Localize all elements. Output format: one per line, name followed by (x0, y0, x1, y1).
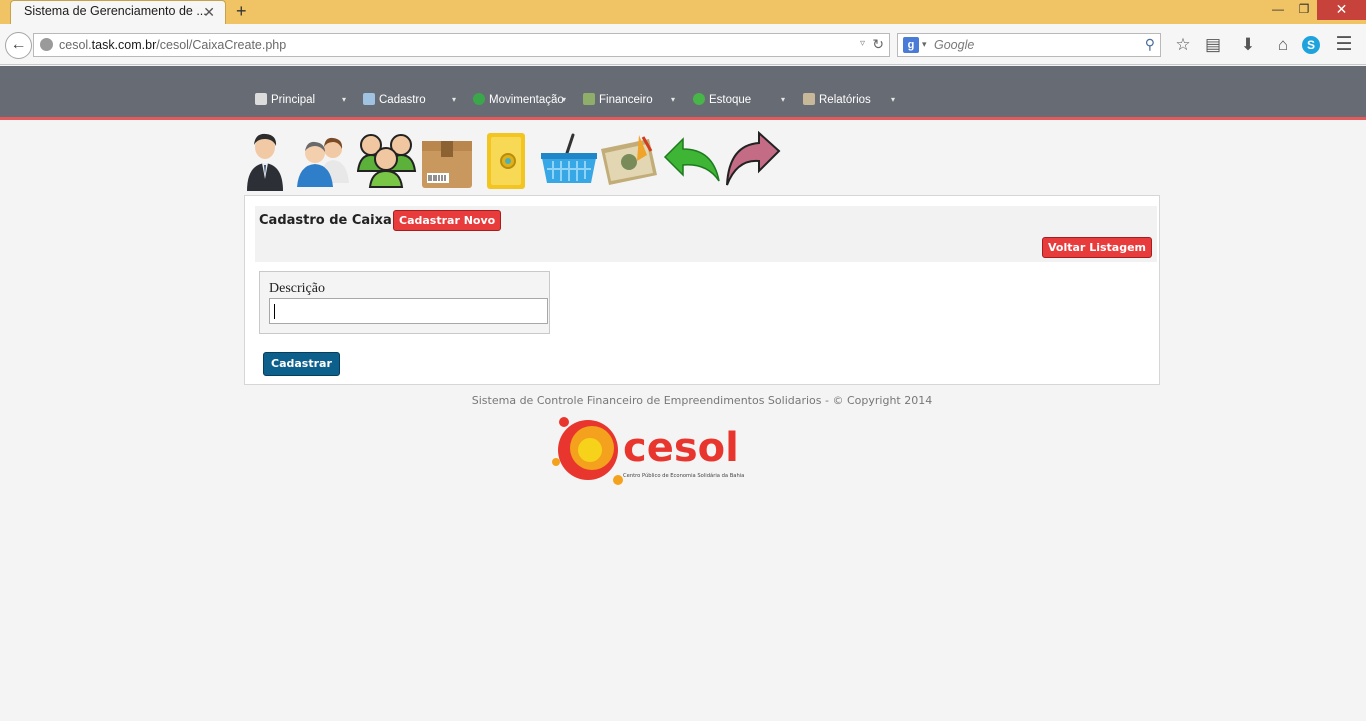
browser-tab-bar: Sistema de Gerenciamento de ... ✕ + — ❐ … (0, 0, 1366, 24)
money-icon (583, 93, 595, 105)
basket-icon[interactable] (539, 131, 597, 191)
form-panel: Cadastro de Caixa: Cadastrar Novo Voltar… (244, 195, 1160, 385)
url-prefix: cesol. (59, 38, 92, 52)
home-icon[interactable]: ⌂ (1272, 34, 1294, 56)
chevron-down-icon[interactable]: ▾ (342, 95, 346, 104)
reading-list-icon[interactable]: ▤ (1202, 34, 1224, 56)
reload-icon[interactable]: ↻ (872, 36, 884, 53)
cash-icon[interactable] (599, 131, 657, 191)
undo-arrow-icon[interactable] (661, 131, 720, 191)
redo-arrow-icon[interactable] (723, 130, 781, 191)
recycle-icon (693, 93, 705, 105)
chevron-down-icon[interactable]: ▾ (671, 95, 675, 104)
hamburger-menu-icon[interactable]: ☰ (1333, 34, 1355, 56)
text-cursor (274, 304, 275, 319)
search-bar[interactable]: g ▾ Google ⚲ (897, 33, 1161, 57)
page-title: Cadastro de Caixa: (259, 213, 397, 228)
home-icon (255, 93, 267, 105)
safe-icon[interactable] (481, 131, 539, 191)
menu-label: Movimentação (489, 94, 564, 106)
url-history-dropdown-icon[interactable]: ▿ (860, 38, 865, 49)
chevron-down-icon[interactable]: ▾ (781, 95, 785, 104)
menu-item-cadastro[interactable]: Cadastro (363, 93, 426, 109)
tab-close-icon[interactable]: ✕ (203, 4, 215, 20)
window-minimize-icon[interactable]: — (1265, 0, 1291, 20)
download-icon[interactable]: ⬇ (1237, 34, 1259, 56)
group-icon[interactable] (356, 131, 417, 191)
star-icon[interactable]: ☆ (1172, 34, 1194, 56)
submit-button[interactable]: Cadastrar (263, 352, 340, 376)
new-tab-icon[interactable]: + (236, 1, 247, 21)
description-fieldset: Descrição (259, 271, 550, 334)
url-text[interactable]: cesol.task.com.br/cesol/CaixaCreate.php (59, 38, 286, 52)
window-close-icon[interactable]: ✕ (1317, 0, 1366, 20)
card-icon (363, 93, 375, 105)
search-icon[interactable]: ⚲ (1145, 36, 1155, 53)
skype-icon[interactable]: S (1302, 36, 1320, 54)
description-label: Descrição (269, 281, 325, 296)
panel-header: Cadastro de Caixa: Cadastrar Novo Voltar… (255, 206, 1157, 262)
menu-item-principal[interactable]: Principal (255, 93, 315, 109)
copyright-footer: Sistema de Controle Financeiro de Empree… (471, 394, 933, 407)
search-input[interactable]: Google (934, 38, 974, 52)
new-record-button[interactable]: Cadastrar Novo (393, 210, 502, 231)
description-input[interactable] (269, 298, 548, 324)
menu-item-relatorios[interactable]: Relatórios (803, 93, 871, 109)
svg-text:cesol: cesol (623, 425, 739, 471)
menu-label: Cadastro (379, 94, 426, 106)
globe-icon (40, 38, 53, 51)
svg-text:Centro Público de Economia Sol: Centro Público de Economia Solidária da … (623, 472, 744, 479)
back-to-list-button[interactable]: Voltar Listagem (1042, 237, 1152, 258)
refresh-icon (473, 93, 485, 105)
tab-title: Sistema de Gerenciamento de ... (24, 4, 207, 18)
url-path: /cesol/CaixaCreate.php (156, 38, 287, 52)
engine-dropdown-icon[interactable]: ▾ (922, 39, 927, 50)
menu-item-movimentacao[interactable]: Movimentação (473, 93, 564, 109)
menu-item-estoque[interactable]: Estoque (693, 93, 751, 109)
chevron-down-icon[interactable]: ▾ (452, 95, 456, 104)
box-icon[interactable] (419, 131, 477, 191)
chevron-down-icon[interactable]: ▾ (891, 95, 895, 104)
browser-navigation-bar: ← cesol.task.com.br/cesol/CaixaCreate.ph… (0, 24, 1366, 65)
back-arrow-icon[interactable]: ← (5, 32, 32, 59)
report-icon (803, 93, 815, 105)
main-menu-bar: Principal ▾ Cadastro ▾ Movimentação ▾ Fi… (0, 66, 1366, 120)
browser-tab[interactable]: Sistema de Gerenciamento de ... ✕ (10, 0, 226, 24)
users-icon[interactable] (295, 131, 353, 191)
google-engine-icon[interactable]: g (903, 37, 919, 53)
menu-label: Principal (271, 94, 316, 106)
window-restore-icon[interactable]: ❐ (1291, 0, 1317, 20)
cesol-logo: cesol Centro Público de Economia Solidár… (550, 410, 755, 488)
menu-label: Estoque (709, 94, 752, 106)
menu-label: Financeiro (599, 94, 653, 106)
menu-label: Relatórios (819, 94, 871, 106)
address-bar[interactable]: cesol.task.com.br/cesol/CaixaCreate.php … (33, 33, 890, 57)
chevron-down-icon[interactable]: ▾ (562, 95, 566, 104)
menu-item-financeiro[interactable]: Financeiro (583, 93, 653, 109)
url-domain: task.com.br (91, 38, 157, 52)
